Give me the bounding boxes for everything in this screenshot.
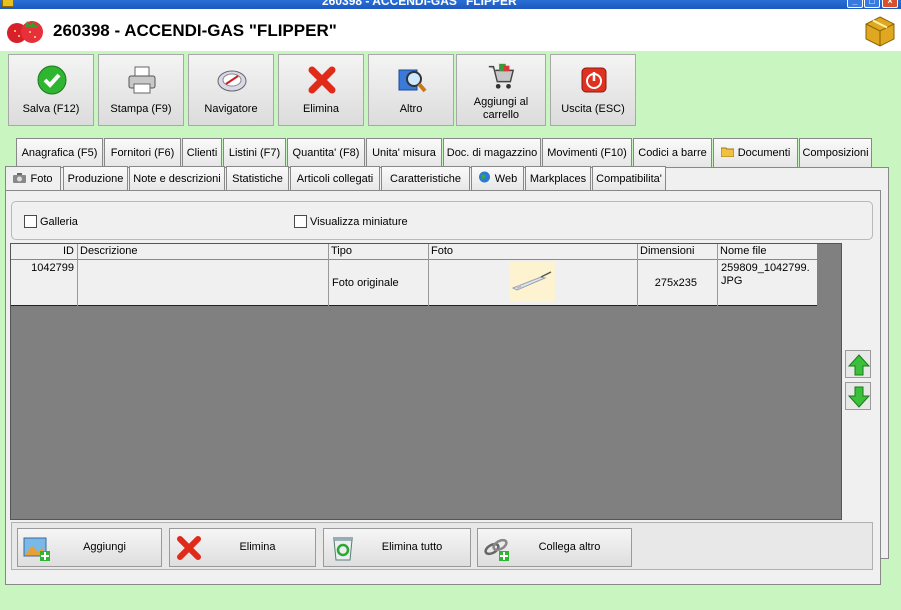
- tab-produzione[interactable]: Produzione: [63, 166, 128, 191]
- tab-anagrafica[interactable]: Anagrafica (F5): [16, 138, 103, 167]
- tab-unita-misura[interactable]: Unita' misura: [366, 138, 442, 167]
- camera-icon: [13, 168, 27, 183]
- exit-button[interactable]: Uscita (ESC): [550, 54, 636, 126]
- save-button[interactable]: Salva (F12): [8, 54, 94, 126]
- tab-codici-barre[interactable]: Codici a barre: [633, 138, 712, 167]
- tab-compatibilita[interactable]: Compatibilita': [592, 166, 666, 191]
- add-to-cart-label: Aggiungi al carrello: [473, 96, 529, 121]
- collega-altro-label: Collega altro: [538, 541, 601, 553]
- table-row[interactable]: 1042799 Foto originale 275x235 259809_10…: [11, 260, 817, 306]
- exit-button-label: Uscita (ESC): [561, 103, 625, 115]
- col-header-dimensioni[interactable]: Dimensioni: [638, 244, 718, 260]
- tab-articoli-collegati[interactable]: Articoli collegati: [290, 166, 380, 191]
- photo-thumbnail: [509, 262, 555, 302]
- visualizza-miniature-checkbox[interactable]: [294, 215, 307, 228]
- tab-statistiche[interactable]: Statistiche: [226, 166, 289, 191]
- cell-foto: [429, 260, 638, 306]
- move-down-button[interactable]: [845, 382, 871, 410]
- tab-foto[interactable]: Foto: [5, 166, 61, 192]
- elimina-tutto-button[interactable]: Elimina tutto: [323, 528, 471, 567]
- delete-button-label: Elimina: [302, 103, 340, 115]
- tab-quantita[interactable]: Quantita' (F8): [287, 138, 365, 167]
- printer-icon: [128, 66, 156, 94]
- arrow-up-icon: [848, 354, 870, 376]
- save-button-label: Salva (F12): [22, 103, 80, 115]
- app-window-icon: [2, 0, 14, 7]
- elimina-foto-label: Elimina: [239, 541, 276, 553]
- aggiungi-button[interactable]: Aggiungi: [17, 528, 162, 567]
- options-group: [11, 201, 873, 240]
- tab-listini[interactable]: Listini (F7): [223, 138, 286, 167]
- col-header-nome-file[interactable]: Nome file: [718, 244, 817, 260]
- tab-caratteristiche[interactable]: Caratteristiche: [381, 166, 470, 191]
- package-box-icon: [865, 16, 895, 47]
- tab-foto-label: Foto: [30, 173, 53, 185]
- check-icon: [37, 65, 67, 95]
- window-title: 260398 - ACCENDI-GAS "FLIPPER": [322, 0, 523, 8]
- cell-descrizione: [78, 260, 329, 306]
- galleria-checkbox[interactable]: [24, 215, 37, 228]
- print-button-label: Stampa (F9): [110, 103, 172, 115]
- cell-tipo: Foto originale: [329, 260, 429, 306]
- tab-documenti[interactable]: Documenti: [713, 138, 798, 167]
- print-button[interactable]: Stampa (F9): [98, 54, 184, 126]
- cell-dimensioni: 275x235: [638, 260, 718, 306]
- folder-icon: [720, 140, 735, 158]
- move-up-button[interactable]: [845, 350, 871, 378]
- record-title: 260398 - ACCENDI-GAS "FLIPPER": [53, 21, 337, 40]
- add-to-cart-button[interactable]: Aggiungi al carrello: [456, 54, 546, 126]
- col-header-foto[interactable]: Foto: [429, 244, 638, 260]
- window-titlebar: 260398 - ACCENDI-GAS "FLIPPER" _ □ ×: [0, 0, 901, 9]
- elimina-foto-button[interactable]: Elimina: [169, 528, 316, 567]
- record-header: 260398 - ACCENDI-GAS "FLIPPER": [0, 9, 901, 51]
- visualizza-miniature-label: Visualizza miniature: [310, 216, 408, 228]
- tab-composizioni[interactable]: Composizioni: [799, 138, 872, 167]
- aggiungi-label: Aggiungi: [83, 541, 126, 553]
- col-header-descrizione[interactable]: Descrizione: [78, 244, 329, 260]
- galleria-label: Galleria: [40, 216, 78, 228]
- photos-grid: ID Descrizione Tipo Foto Dimensioni Nome…: [10, 243, 842, 520]
- close-window-button[interactable]: ×: [882, 0, 898, 8]
- grid-header: ID Descrizione Tipo Foto Dimensioni Nome…: [11, 244, 817, 260]
- power-icon: [581, 67, 607, 93]
- arrow-down-icon: [848, 386, 870, 408]
- cell-nome-file: 259809_1042799.JPG: [721, 262, 810, 287]
- collega-altro-button[interactable]: Collega altro: [477, 528, 632, 567]
- tab-web-label: Web: [494, 173, 518, 185]
- minimize-button[interactable]: _: [847, 0, 863, 8]
- tab-documenti-label: Documenti: [737, 147, 791, 159]
- other-button[interactable]: Altro: [368, 54, 454, 126]
- tab-note-descrizioni[interactable]: Note e descrizioni: [129, 166, 225, 191]
- magnifier-book-icon: [398, 69, 427, 93]
- tab-fornitori[interactable]: Fornitori (F6): [104, 138, 181, 167]
- navigator-button-label: Navigatore: [204, 103, 258, 115]
- delete-button[interactable]: Elimina: [278, 54, 364, 126]
- elimina-tutto-label: Elimina tutto: [381, 541, 443, 553]
- tab-web[interactable]: Web: [471, 166, 524, 191]
- strawberry-logo-icon: [7, 21, 43, 43]
- main-toolbar: Salva (F12) Stampa (F9) Navigatore Elimi…: [8, 54, 638, 126]
- tab-movimenti[interactable]: Movimenti (F10): [542, 138, 632, 167]
- other-button-label: Altro: [399, 103, 423, 115]
- tab-markplaces[interactable]: Markplaces: [525, 166, 591, 191]
- red-x-icon: [308, 66, 336, 94]
- maximize-button[interactable]: □: [864, 0, 880, 8]
- globe-icon: [478, 168, 491, 183]
- compass-icon: [217, 70, 247, 92]
- col-header-id[interactable]: ID: [11, 244, 78, 260]
- cart-icon: [488, 63, 515, 89]
- cell-id: 1042799: [11, 260, 78, 306]
- tab-clienti[interactable]: Clienti: [182, 138, 222, 167]
- col-header-tipo[interactable]: Tipo: [329, 244, 429, 260]
- tab-doc-magazzino[interactable]: Doc. di magazzino: [443, 138, 541, 167]
- navigator-button[interactable]: Navigatore: [188, 54, 274, 126]
